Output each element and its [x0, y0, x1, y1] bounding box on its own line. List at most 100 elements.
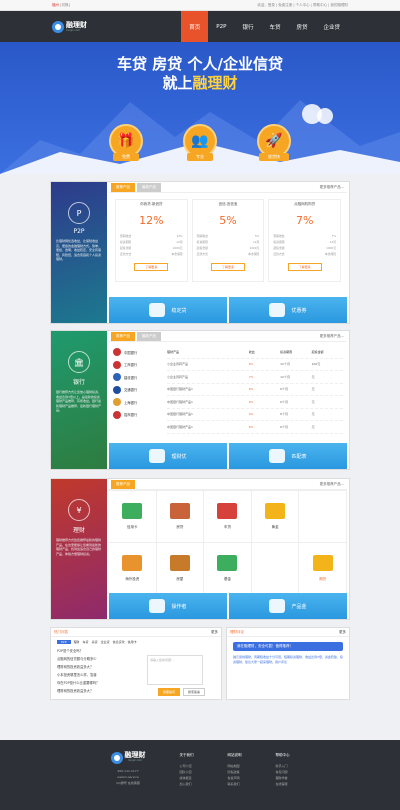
bank-more-link[interactable]: 更多推荐产品... — [320, 334, 344, 339]
row-val: 本金保障 — [324, 252, 337, 256]
footer-link[interactable]: 加入我们 — [180, 781, 194, 787]
product-overseas[interactable]: 海外投资 — [109, 543, 157, 595]
table-row[interactable]: 中国银行理财产品1 6% 6个月 元 — [167, 421, 343, 434]
nav-home[interactable]: 首页 — [181, 11, 209, 42]
product-car-loan[interactable]: 车贷 — [204, 491, 252, 543]
cell: 12个月 — [280, 374, 290, 379]
finance-more-link[interactable]: 更多推荐产品... — [320, 482, 344, 487]
cell: 元 — [311, 399, 315, 404]
review-headline: 我在融理财，安全可靠！值得推荐！ — [233, 642, 343, 651]
qa-more-link[interactable]: 更多 — [211, 630, 218, 634]
bank-item[interactable]: 上海银行 — [113, 396, 163, 409]
banner-product-gold[interactable]: 产品金 — [229, 593, 347, 619]
banner-label: 操作者 — [171, 603, 187, 610]
product-fund[interactable]: 基金 — [204, 543, 252, 595]
bank-side-title: 银行 — [72, 379, 85, 386]
col-header: 起投金额 — [311, 349, 324, 354]
tab-recommended[interactable]: 推荐产品 — [111, 183, 135, 192]
question-input[interactable]: 请输入您的问题... — [147, 655, 203, 685]
ask-question-button[interactable]: 我要提问 — [158, 688, 181, 696]
footer-logo[interactable]: 融理财 ronglc.com — [110, 752, 146, 764]
qa-tab[interactable]: 理财 — [74, 640, 80, 644]
banner-stable-loan[interactable]: 稳定贷 — [109, 297, 227, 323]
banner-match[interactable]: 匹配表 — [229, 443, 347, 469]
review-text: 融元易线理财，周期短收益十分可观，短期投资理财，收益达到3倍，资金稳健，投资理财… — [233, 655, 343, 664]
nav-p2p[interactable]: P2P — [208, 11, 234, 42]
bank-item[interactable]: 中国银行 — [113, 346, 163, 359]
qa-tab[interactable]: 房贷 — [92, 640, 98, 644]
feature-professional[interactable]: 👥 专业 — [183, 124, 217, 161]
city-switch[interactable]: [切换] — [60, 3, 70, 7]
product-name: 宜信-宜信宝 — [218, 202, 238, 206]
banner-coupon[interactable]: 优惠券 — [229, 297, 347, 323]
footer-contact[interactable]: QQ群号 在线客服 — [111, 780, 146, 786]
cell: 小企业周转产品 — [167, 362, 189, 367]
product-credit-card[interactable]: 信用卡 — [109, 491, 157, 543]
footer-link[interactable]: 联系我们 — [228, 781, 242, 787]
product-name: 点融网机构贷 — [294, 202, 316, 206]
footer-link[interactable]: 在线客服 — [276, 781, 290, 787]
bank-item[interactable]: 工商银行 — [113, 359, 163, 372]
cell: 6% — [248, 387, 254, 392]
banner-label: 稳定贷 — [171, 307, 187, 314]
review-box: 理财评论 更多 我在融理财，安全可靠！值得推荐！ 融元易线理财，周期短收益十分可观… — [226, 627, 350, 700]
cell: 7% — [248, 374, 254, 379]
table-row[interactable]: 小企业周转产品 6% 12个月 100元 — [167, 359, 343, 371]
tab-latest[interactable]: 最新产品 — [137, 183, 161, 192]
tab-recommended[interactable]: 推荐产品 — [111, 332, 135, 341]
nav-house-loan[interactable]: 房贷 — [288, 11, 315, 42]
table-row[interactable]: 中国银行理财产品1 4% 6个月 元 — [167, 409, 343, 421]
p2p-more-link[interactable]: 更多推荐产品... — [320, 185, 344, 190]
top-bar: 福州 [切换] 欢迎，登录 | 免费注册 | 个人中心 | 帮助中心 | 我的融… — [0, 0, 400, 11]
rocket-icon — [149, 599, 166, 613]
tab-latest[interactable]: 最新产品 — [137, 332, 161, 341]
hero-line2b: 融理财 — [192, 74, 238, 92]
grid-empty — [251, 543, 300, 595]
banner-finance-plus[interactable]: 理财优 — [109, 443, 227, 469]
product-gold[interactable]: 黄金 — [251, 491, 300, 543]
review-title: 理财评论 — [230, 630, 244, 634]
qa-item[interactable]: P2P是个安全吗？ — [57, 647, 215, 655]
cell: 元 — [311, 374, 315, 379]
qa-tab[interactable]: 信用卡 — [128, 640, 137, 644]
row-val: 本金保障 — [171, 252, 183, 256]
banner-label: 产品金 — [291, 603, 307, 610]
qa-tab[interactable]: 信息贷款 — [113, 640, 125, 644]
row-key: 还款方式 — [273, 252, 285, 256]
cell: 元 — [311, 412, 315, 417]
bank-item[interactable]: 建设银行 — [113, 371, 163, 384]
feature-fast[interactable]: 🚀 放贷快 — [257, 124, 291, 161]
learn-more-button[interactable]: 了解更多 — [211, 263, 245, 271]
search-answer-button[interactable]: 搜索答案 — [183, 688, 206, 696]
qa-tab[interactable]: 企业贷 — [101, 640, 110, 644]
qa-tab[interactable]: P2P — [57, 640, 71, 644]
cell: 6个月 — [280, 412, 289, 417]
product-house-loan[interactable]: 房贷 — [156, 491, 205, 543]
feature-free[interactable]: 🎁 免费 — [109, 124, 143, 161]
table-row[interactable]: 中国银行理财产品1 6% 6个月 元 — [167, 396, 343, 409]
table-row[interactable]: 中国银行理财产品1 6% 6个月 元 — [167, 384, 343, 396]
top-links[interactable]: 欢迎，登录 | 免费注册 | 个人中心 | 帮助中心 | 我的融理财 — [257, 3, 348, 8]
product-futures[interactable]: 期货 — [299, 543, 347, 595]
tab-recommended[interactable]: 推荐产品 — [111, 480, 135, 489]
nav-car-loan[interactable]: 车贷 — [261, 11, 288, 42]
bank-name: 上海银行 — [124, 400, 138, 405]
banner-icon — [269, 449, 286, 463]
logo[interactable]: 融理财 ronglc.com — [52, 20, 87, 33]
nav-enterprise-loan[interactable]: 企业贷 — [315, 11, 348, 42]
finance-section: ¥ 理财 理财推荐方式给您推荐最新的理财产品，在这里能够让您看到最新的理财产品，… — [50, 478, 350, 620]
cell: 6个月 — [280, 424, 289, 429]
banner-operator[interactable]: 操作者 — [109, 593, 227, 619]
qa-tab[interactable]: 车贷 — [83, 640, 89, 644]
learn-more-button[interactable]: 了解更多 — [287, 263, 322, 271]
bank-icon: 🏛 — [68, 351, 90, 373]
review-more-link[interactable]: 更多 — [339, 630, 346, 634]
nav-bank[interactable]: 银行 — [234, 11, 261, 42]
product-property[interactable]: 房屋 — [156, 543, 205, 595]
bank-item[interactable]: 交通银行 — [113, 384, 163, 397]
overseas-icon — [122, 555, 143, 571]
learn-more-button[interactable]: 了解更多 — [134, 263, 169, 271]
bank-item[interactable]: 招商银行 — [113, 409, 163, 422]
logo-name: 融理财 — [66, 20, 87, 29]
table-row[interactable]: 小企业周转产品 7% 12个月 元 — [167, 371, 343, 384]
